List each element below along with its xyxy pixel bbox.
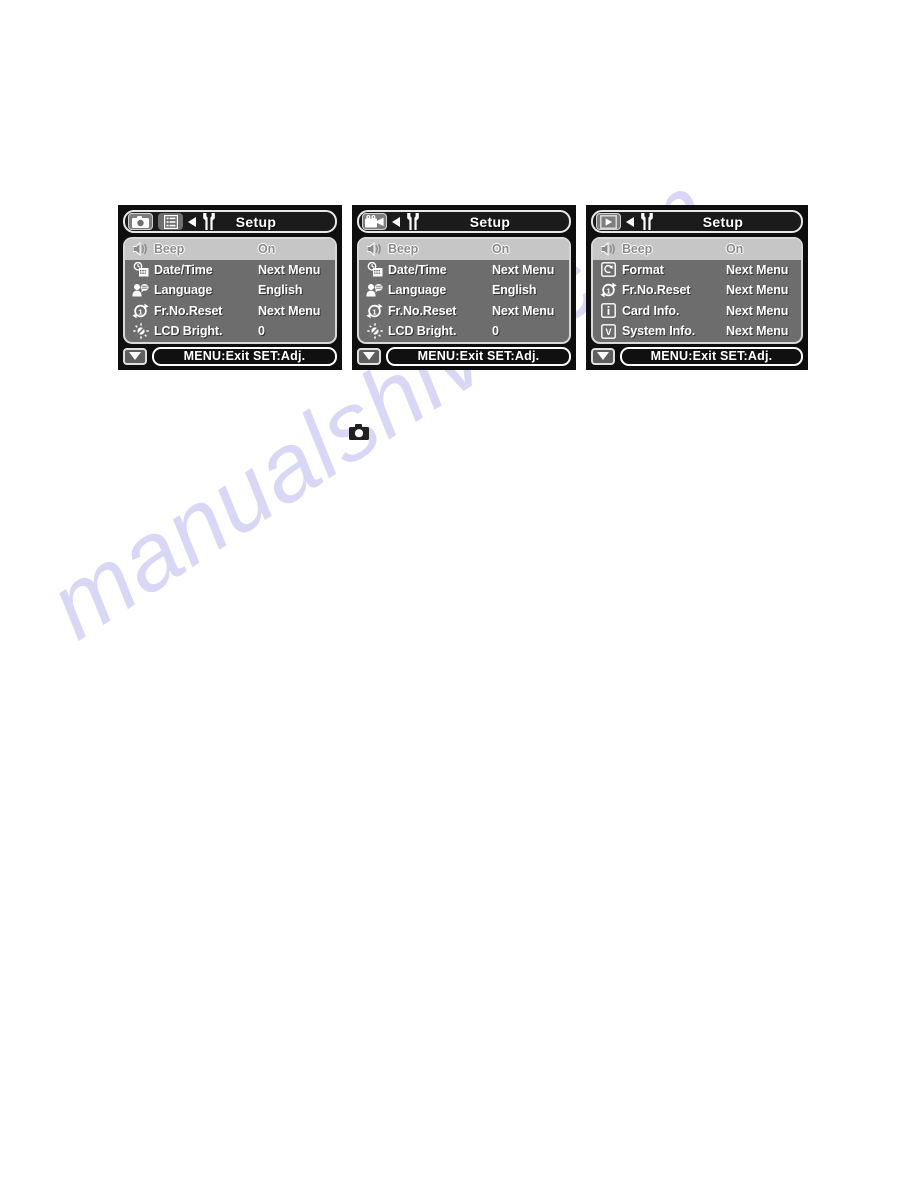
menu-row-date-time[interactable]: Date/Time Next Menu — [125, 260, 335, 281]
menu-row-label: Beep — [622, 242, 653, 257]
panel2-header: Setup — [357, 210, 571, 233]
setup-menu-screenshots: Setup Beep On Date/Time Next Menu Langua… — [118, 205, 808, 370]
clock-calendar-icon — [130, 261, 151, 279]
wrench-setup-icon[interactable] — [202, 213, 216, 230]
menu-row-label: System Info. — [622, 324, 696, 339]
menu-row-label: Card Info. — [622, 303, 680, 318]
clock-calendar-icon — [364, 261, 385, 279]
menu-row-value: English — [492, 283, 537, 298]
menu-row-label: Fr.No.Reset — [622, 283, 691, 298]
brightness-sun-icon — [130, 322, 151, 340]
panel1-footer: MENU:Exit SET:Adj. — [123, 346, 337, 366]
left-arrow-icon[interactable] — [626, 213, 635, 230]
panel1-menu-list: Beep On Date/Time Next Menu Language Eng… — [123, 237, 337, 344]
wrench-setup-icon[interactable] — [406, 213, 420, 230]
menu-row-language[interactable]: Language English — [359, 280, 569, 301]
panel2-footer: MENU:Exit SET:Adj. — [357, 346, 571, 366]
menu-row-label: LCD Bright. — [154, 324, 223, 339]
wrench-setup-icon[interactable] — [640, 213, 654, 230]
down-triangle-icon[interactable] — [591, 347, 615, 365]
menu-row-system-info[interactable]: V System Info. Next Menu — [593, 321, 801, 342]
menu-row-label: Format — [622, 262, 664, 277]
menu-row-lcd-bright[interactable]: LCD Bright. 0 — [359, 321, 569, 342]
panel2-hint-bar: MENU:Exit SET:Adj. — [386, 346, 571, 366]
menu-row-lcd-bright[interactable]: LCD Bright. 0 — [125, 321, 335, 342]
menu-row-value: English — [258, 283, 303, 298]
menu-row-label: LCD Bright. — [388, 324, 457, 339]
panel3-footer: MENU:Exit SET:Adj. — [591, 346, 803, 366]
reset-counter-icon: 1 — [130, 302, 151, 320]
reset-counter-icon: 1 — [598, 281, 619, 299]
menu-row-label: Beep — [154, 242, 185, 257]
menu-row-value: Next Menu — [726, 283, 789, 298]
menu-row-value: Next Menu — [726, 324, 789, 339]
menu-row-label: Beep — [388, 242, 419, 257]
menu-row-value: 0 — [492, 324, 499, 339]
speaker-beep-icon — [598, 240, 619, 258]
panel1-header-icons — [128, 213, 216, 230]
speaker-beep-icon — [130, 240, 151, 258]
menu-row-label: Language — [388, 283, 447, 298]
menu-row-fr-no-reset[interactable]: 1 Fr.No.Reset Next Menu — [125, 301, 335, 322]
menu-row-value: On — [492, 242, 510, 257]
menu-row-fr-no-reset[interactable]: 1 Fr.No.Reset Next Menu — [593, 280, 801, 301]
menu-row-value: Next Menu — [258, 262, 321, 277]
panel1-hint-bar: MENU:Exit SET:Adj. — [152, 346, 337, 366]
panel1-header: Setup — [123, 210, 337, 233]
format-card-icon — [598, 261, 619, 279]
menu-row-value: Next Menu — [726, 303, 789, 318]
system-info-icon: V — [598, 322, 619, 340]
card-info-icon — [598, 302, 619, 320]
list-menu-icon[interactable] — [158, 213, 183, 230]
menu-row-value: 0 — [258, 324, 265, 339]
panel3-hint-bar: MENU:Exit SET:Adj. — [620, 346, 803, 366]
down-triangle-icon[interactable] — [123, 347, 147, 365]
speaker-beep-icon — [364, 240, 385, 258]
menu-row-beep[interactable]: Beep On — [359, 239, 569, 260]
left-arrow-icon[interactable] — [188, 213, 197, 230]
panel3-header-icons — [596, 213, 654, 230]
people-language-icon — [130, 281, 151, 299]
people-language-icon — [364, 281, 385, 299]
panel2-header-icons — [362, 213, 420, 230]
panel-movie-capture-setup: Setup Beep On Date/Time Next Menu Langua… — [352, 205, 576, 370]
movie-camera-icon[interactable] — [362, 213, 387, 230]
panel3-hint-text: MENU:Exit SET:Adj. — [650, 349, 773, 363]
brightness-sun-icon — [364, 322, 385, 340]
reset-counter-icon: 1 — [364, 302, 385, 320]
camera-icon[interactable] — [128, 213, 153, 230]
down-triangle-icon[interactable] — [357, 347, 381, 365]
play-icon[interactable] — [596, 213, 621, 230]
panel2-menu-list: Beep On Date/Time Next Menu Language Eng… — [357, 237, 571, 344]
left-arrow-icon[interactable] — [392, 213, 401, 230]
menu-row-label: Date/Time — [154, 262, 213, 277]
menu-row-beep[interactable]: Beep On — [125, 239, 335, 260]
menu-row-value: Next Menu — [492, 303, 555, 318]
menu-row-label: Fr.No.Reset — [388, 303, 457, 318]
menu-row-date-time[interactable]: Date/Time Next Menu — [359, 260, 569, 281]
panel1-hint-text: MENU:Exit SET:Adj. — [183, 349, 306, 363]
panel2-hint-text: MENU:Exit SET:Adj. — [417, 349, 540, 363]
menu-row-card-info[interactable]: Card Info. Next Menu — [593, 301, 801, 322]
menu-row-value: Next Menu — [492, 262, 555, 277]
svg-text:V: V — [605, 327, 611, 337]
panel-still-capture-setup: Setup Beep On Date/Time Next Menu Langua… — [118, 205, 342, 370]
panel3-menu-list: Beep On Format Next Menu 1 Fr.No.Reset N… — [591, 237, 803, 344]
panel-playback-setup: Setup Beep On Format Next Menu 1 Fr.No.R… — [586, 205, 808, 370]
menu-row-value: Next Menu — [726, 262, 789, 277]
menu-row-fr-no-reset[interactable]: 1 Fr.No.Reset Next Menu — [359, 301, 569, 322]
panel3-header: Setup — [591, 210, 803, 233]
menu-row-language[interactable]: Language English — [125, 280, 335, 301]
menu-row-value: Next Menu — [258, 303, 321, 318]
menu-row-beep[interactable]: Beep On — [593, 239, 801, 260]
menu-row-label: Language — [154, 283, 213, 298]
menu-row-label: Fr.No.Reset — [154, 303, 223, 318]
menu-row-label: Date/Time — [388, 262, 447, 277]
menu-row-value: On — [258, 242, 276, 257]
menu-row-value: On — [726, 242, 744, 257]
menu-row-format[interactable]: Format Next Menu — [593, 260, 801, 281]
caption-camera-icon — [349, 424, 369, 440]
